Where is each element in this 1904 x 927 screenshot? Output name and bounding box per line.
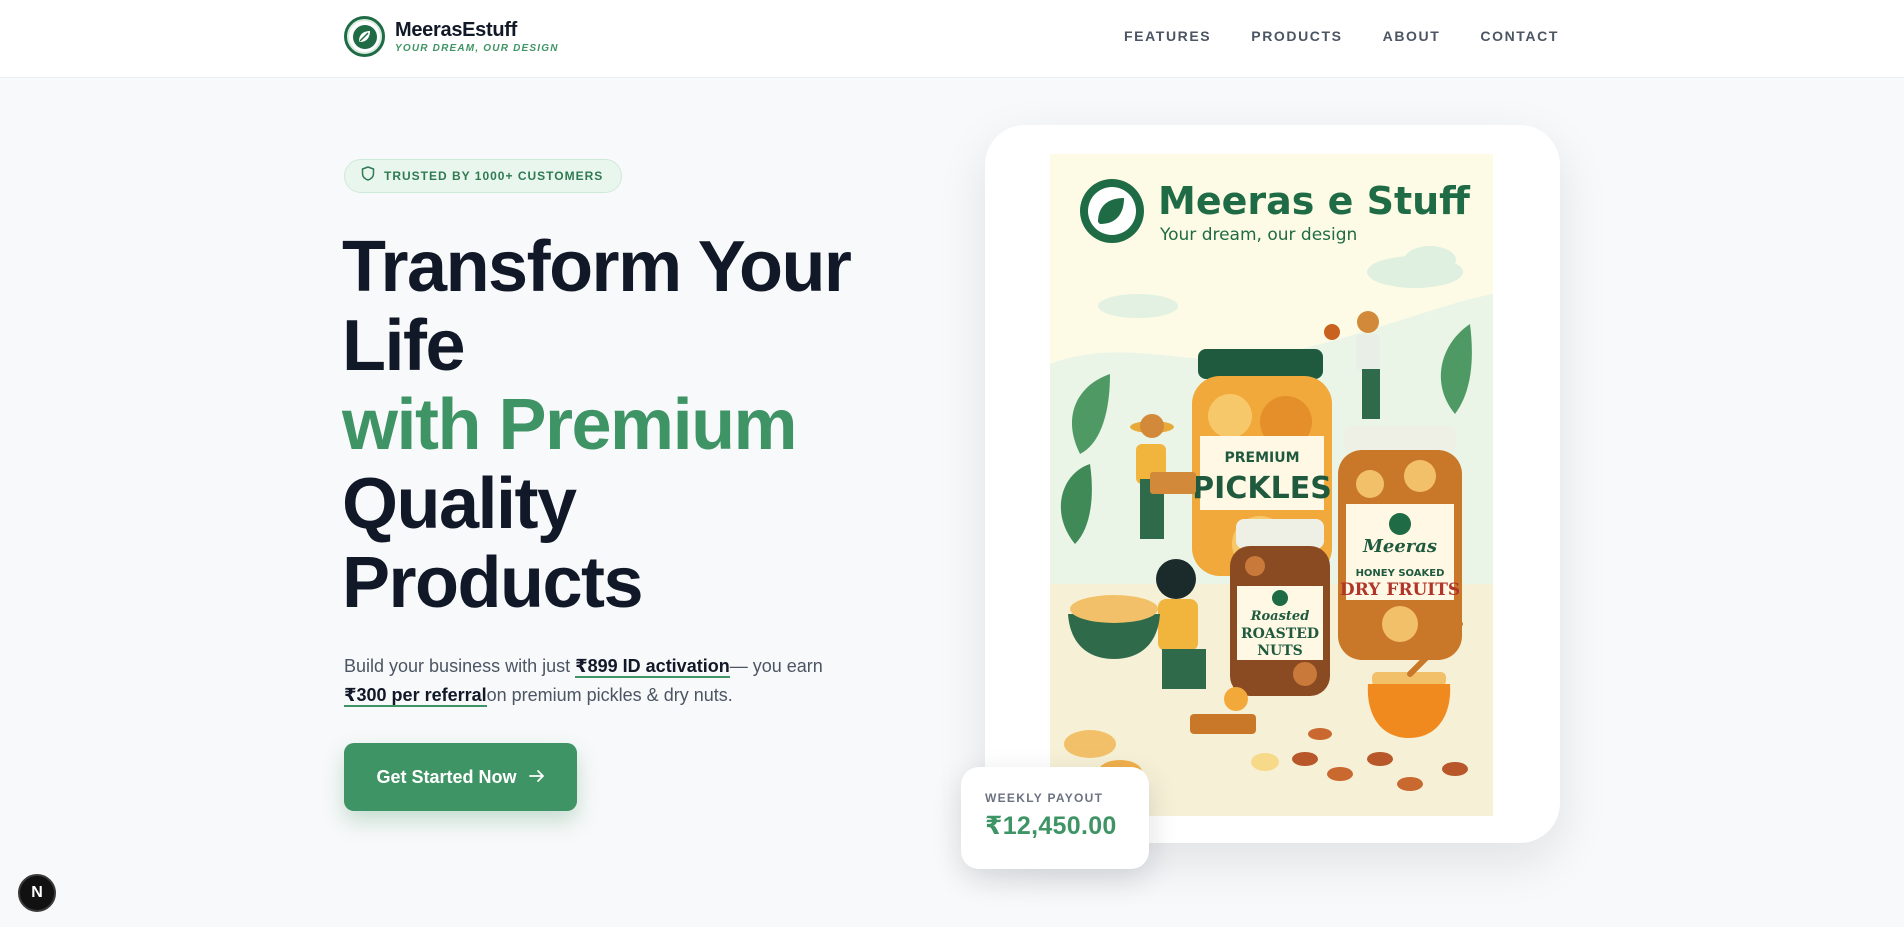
subtext-prefix: Build your business with just: [344, 656, 576, 676]
get-started-button[interactable]: Get Started Now: [344, 743, 577, 811]
nav-products[interactable]: PRODUCTS: [1251, 28, 1342, 44]
subtext-middle: — you earn: [729, 656, 823, 676]
jar-nuts-main2: NUTS: [1257, 643, 1303, 659]
jar-dryfruits-brand: Meeras: [1362, 536, 1437, 557]
poster-tagline: Your dream, our design: [1159, 225, 1357, 245]
nextjs-dev-badge[interactable]: N: [18, 874, 56, 912]
nav-contact[interactable]: CONTACT: [1480, 28, 1559, 44]
get-started-label: Get Started Now: [376, 766, 517, 787]
headline-line-4: Products: [342, 543, 644, 623]
jar-dryfruits-main: DRY FRUITS: [1340, 580, 1460, 600]
jar-nuts-main1: ROASTED: [1241, 626, 1319, 642]
shield-icon: [361, 166, 375, 186]
arrow-right-icon: [528, 767, 545, 788]
headline-line-2: Life: [342, 306, 466, 386]
hero-headline: Transform Your Life with Premium Quality…: [342, 228, 902, 623]
headline-line-3: Quality: [342, 464, 577, 544]
brand-name: MeerasEstuff: [395, 19, 517, 41]
payout-amount: ₹12,450.00: [985, 812, 1117, 840]
trust-badge-text: TRUSTED BY 1000+ CUSTOMERS: [384, 169, 604, 183]
leaf-logo-icon: [344, 16, 385, 57]
jar-dryfruits-top: HONEY SOAKED: [1356, 568, 1445, 579]
brand-tagline: YOUR DREAM, OUR DESIGN: [395, 43, 559, 54]
jar-pickles-top: PREMIUM: [1224, 450, 1299, 466]
headline-line-1: Transform Your: [342, 227, 852, 307]
hero-subtext: Build your business with just ₹899 ID ac…: [344, 652, 864, 710]
brand[interactable]: MeerasEstuff YOUR DREAM, OUR DESIGN: [344, 16, 559, 57]
main-nav: FEATURES PRODUCTS ABOUT CONTACT: [1124, 28, 1559, 44]
site-header: MeerasEstuff YOUR DREAM, OUR DESIGN FEAT…: [0, 0, 1904, 78]
jar-nuts-script: Roasted: [1250, 609, 1310, 624]
product-poster-image: Meeras e Stuff Your dream, our design PR…: [1050, 154, 1493, 816]
nav-features[interactable]: FEATURES: [1124, 28, 1211, 44]
headline-highlight: with Premium: [342, 385, 798, 465]
referral-amount: ₹300 per referral: [344, 685, 487, 707]
payout-label: WEEKLY PAYOUT: [985, 791, 1104, 805]
jar-pickles-main: PICKLES: [1192, 471, 1332, 506]
nav-about[interactable]: ABOUT: [1383, 28, 1441, 44]
activation-price: ₹899 ID activation: [575, 656, 730, 678]
poster-brand: Meeras e Stuff: [1158, 179, 1471, 223]
subtext-suffix: on premium pickles & dry nuts.: [486, 685, 733, 705]
weekly-payout-card: WEEKLY PAYOUT ₹12,450.00: [961, 767, 1149, 869]
trust-badge: TRUSTED BY 1000+ CUSTOMERS: [344, 159, 623, 193]
